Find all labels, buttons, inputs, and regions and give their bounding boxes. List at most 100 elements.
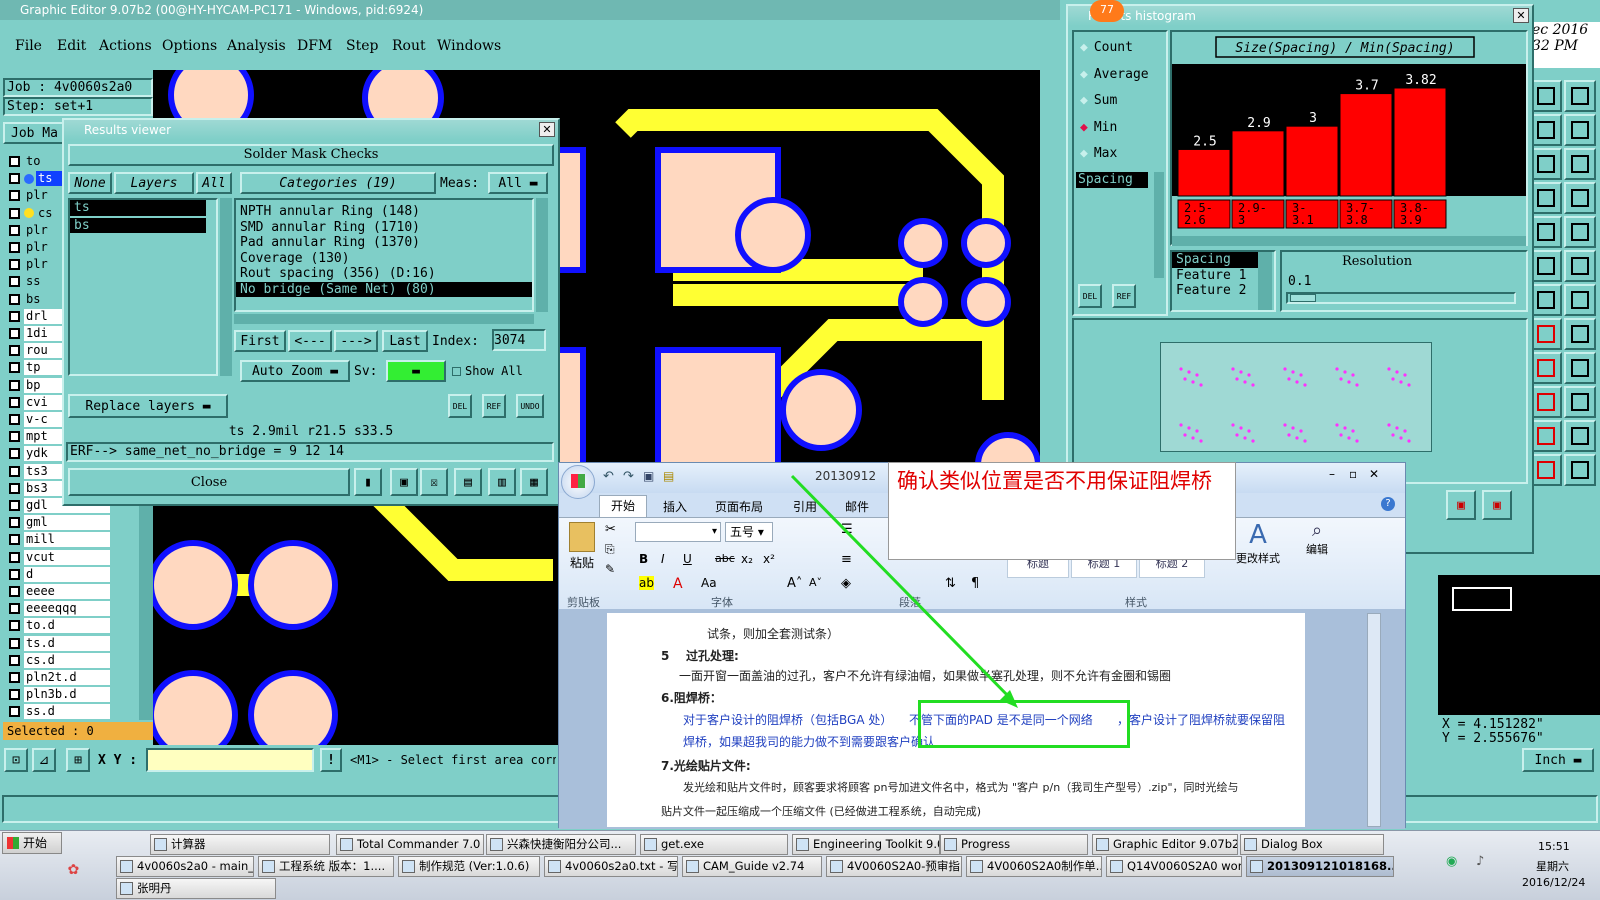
layer-checkbox[interactable] [9,465,20,477]
tool-button-2[interactable]: ⊿ [32,748,56,772]
histogram-attr-item[interactable]: Spacing [1076,172,1148,188]
layer-checkbox[interactable] [9,568,20,580]
layer-row[interactable]: eeee [9,584,110,599]
mini-canvas[interactable] [1438,575,1600,715]
layers-button[interactable]: Layers [114,172,194,194]
menu-rout[interactable]: Rout [392,38,426,54]
layer-checkbox[interactable] [9,414,20,425]
last-button[interactable]: Last [382,330,428,352]
taskbar-item[interactable]: 制作规范 (Ver:1.0.6) [398,856,540,877]
tool-button-1[interactable]: ⊡ [4,748,28,772]
layer-checkbox[interactable] [9,431,20,443]
layer-checkbox[interactable] [9,551,20,563]
category-scrollbar[interactable] [536,198,548,312]
tool-icon[interactable] [1564,352,1596,384]
taskbar-item[interactable]: 4V0060S2A0-预审指... [826,856,962,877]
results-tool-1-icon[interactable]: ▮ [354,468,382,496]
tool-icon[interactable] [1530,80,1562,112]
results-tool-2-icon[interactable]: ▣ [390,468,418,496]
taskbar-item[interactable]: Graphic Editor 9.07b2 (... [1092,834,1238,855]
histogram-title-bar[interactable]: Results histogram [1068,6,1532,26]
copy-icon[interactable]: ⎘ [605,542,615,557]
layer-items-list[interactable]: ts bs [68,198,218,376]
stat-radio-average[interactable]: ◆ Average [1080,67,1149,82]
category-item[interactable]: NPTH annular Ring (148) [236,204,532,220]
layer-checkbox[interactable] [9,517,20,529]
layer-row[interactable]: vcut [9,549,110,565]
all-button[interactable]: All [196,172,232,194]
taskbar-item[interactable]: CAM_Guide v2.74 [682,856,822,877]
layer-checkbox[interactable] [9,448,20,460]
layer-row[interactable]: to.d [9,618,110,634]
shrink-font-icon[interactable]: A˅ [809,576,822,589]
tool-icon[interactable] [1530,216,1562,248]
layer-checkbox[interactable] [9,379,20,391]
layer-row[interactable]: mill [9,532,110,548]
tool-icon[interactable] [1530,114,1562,146]
replace-layers-select[interactable]: Replace layers ▬ [68,394,228,418]
format-painter-icon[interactable]: ✎ [605,562,615,576]
tool-icon[interactable] [1530,318,1562,350]
layer-checkbox[interactable] [9,242,20,253]
taskbar-item[interactable]: 工程系统 版本：1.... [258,856,394,877]
unit-select[interactable]: Inch ▬ [1522,748,1594,772]
quick-save-icon[interactable]: ▣ [643,469,654,483]
menu-file[interactable]: File [15,38,42,54]
menu-analysis[interactable]: Analysis [227,38,286,54]
histogram-preview[interactable] [1072,318,1528,484]
layer-checkbox[interactable] [9,362,20,374]
results-close-icon[interactable]: ✕ [539,122,555,137]
layer-checkbox[interactable] [9,500,20,511]
stat-radio-max[interactable]: ◆ Max [1080,146,1117,161]
tool-icon[interactable] [1564,284,1596,316]
tool-icon[interactable] [1564,182,1596,214]
layer-checkbox[interactable] [9,654,20,666]
layer-row[interactable]: d [9,566,110,582]
shading-icon[interactable]: ◈ [841,576,851,591]
highlight-icon[interactable]: ab [639,576,654,590]
superscript-icon[interactable]: x² [763,552,775,566]
auto-zoom-select[interactable]: Auto Zoom ▬ [240,360,350,382]
taskbar-item[interactable]: Total Commander 7.0 p... [336,834,484,855]
tool-button-3[interactable]: ⊞ [66,748,90,772]
next-button[interactable]: ---> [334,330,378,352]
layer-checkbox[interactable] [9,689,20,701]
histogram-ref-button[interactable]: REF [1112,284,1136,308]
sort-icon[interactable]: ⇅ [945,576,956,591]
first-button[interactable]: First [234,330,286,352]
font-size-select[interactable]: 五号 ▾ [725,522,773,542]
taskbar-item[interactable]: Dialog Box [1240,834,1384,855]
layer-checkbox[interactable] [9,328,20,339]
taskbar-item[interactable]: 兴森快捷衡阳分公司... [486,834,636,855]
meas-select[interactable]: All ▬ [488,172,548,194]
tool-icon[interactable] [1564,80,1596,112]
layer-checkbox[interactable] [9,620,20,632]
layer-row[interactable]: ts.d [9,635,110,651]
start-button[interactable]: 开始 [2,832,62,854]
histogram-tool-1-icon[interactable]: ▣ [1446,490,1476,520]
clock-time[interactable]: 15:51 [1538,840,1570,853]
sv-select[interactable]: ▬ [386,360,446,382]
index-input[interactable] [492,329,546,351]
taskbar-item[interactable]: 4V0060S2A0制作单.... [966,856,1102,877]
layer-row[interactable]: ss.d [9,704,110,720]
bold-icon[interactable]: B [639,552,648,566]
taskbar-item[interactable]: Engineering Toolkit 9.0... [792,834,940,855]
layer-item-bs[interactable]: bs [70,217,206,233]
tray-volume-icon[interactable]: ♪ [1476,854,1484,869]
layer-checkbox[interactable] [9,396,20,408]
tool-icon[interactable] [1530,352,1562,384]
stat-radio-sum[interactable]: ◆ Sum [1080,93,1117,108]
layer-checkbox[interactable] [9,190,20,202]
category-hscrollbar[interactable] [234,314,534,324]
word-minimize-icon[interactable]: – [1329,467,1335,481]
job-matrix-tab[interactable]: Job Ma [3,122,65,144]
strikethrough-icon[interactable]: abc [715,552,735,565]
layer-checkbox[interactable] [9,586,20,597]
quick-redo-icon[interactable]: ↷ [623,469,634,484]
undo-button[interactable]: UNDO [516,394,544,418]
prev-button[interactable]: <--- [288,330,332,352]
tool-icon[interactable] [1530,454,1562,486]
category-item[interactable]: Coverage (130) [236,251,532,267]
tab-layout[interactable]: 页面布局 [715,498,763,515]
